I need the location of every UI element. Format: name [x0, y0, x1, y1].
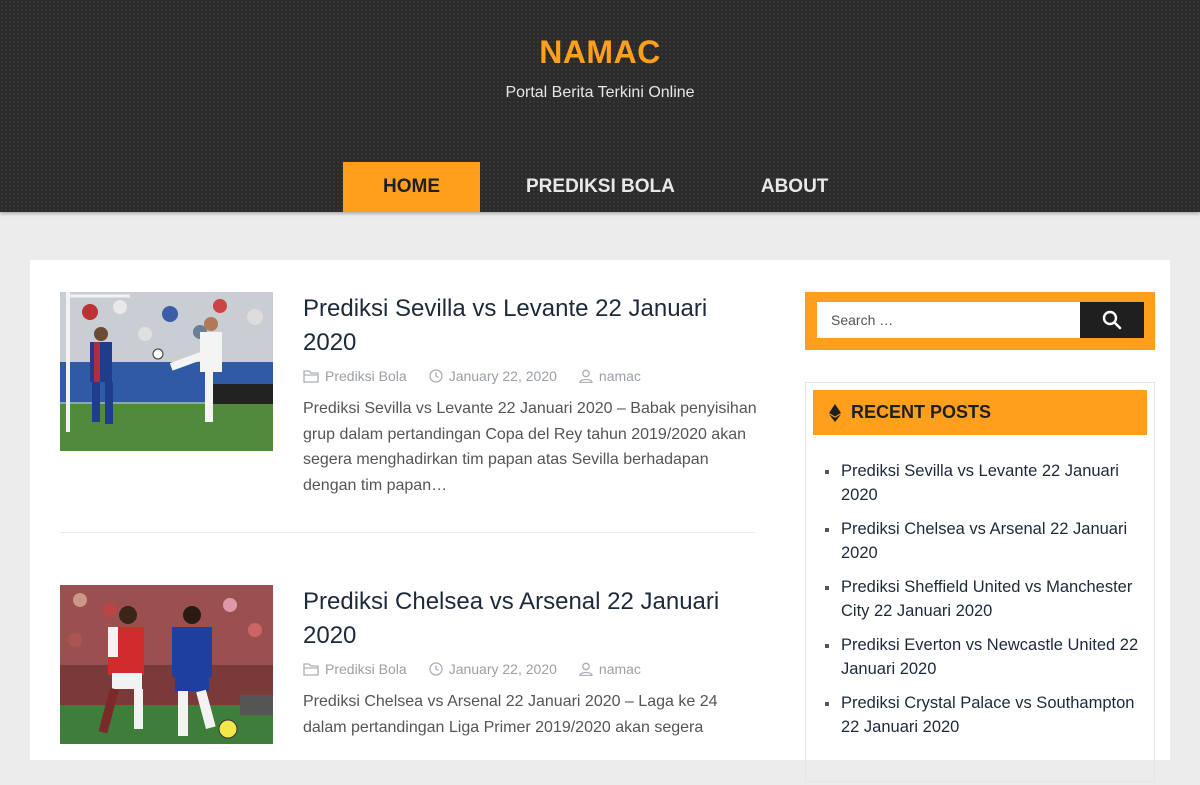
post-thumbnail[interactable] [60, 585, 273, 744]
content-area: Prediksi Sevilla vs Levante 22 Januari 2… [30, 260, 1170, 782]
recent-post-link[interactable]: Prediksi Sheffield United vs Manchester … [824, 575, 1144, 623]
widget-header: RECENT POSTS [813, 390, 1147, 435]
post-excerpt: Prediksi Chelsea vs Arsenal 22 Januari 2… [303, 693, 718, 736]
user-icon [579, 662, 593, 676]
post-category[interactable]: Prediksi Bola [303, 661, 407, 677]
main-navigation: HOME PREDIKSI BOLA ABOUT [343, 162, 868, 212]
nav-item-prediksi-bola[interactable]: PREDIKSI BOLA [480, 162, 721, 212]
post-thumbnail[interactable] [60, 292, 273, 451]
widget-title: RECENT POSTS [851, 402, 992, 422]
post-date[interactable]: January 22, 2020 [429, 661, 557, 677]
recent-post-link[interactable]: Prediksi Everton vs Newcastle United 22 … [824, 633, 1144, 681]
post-category-label[interactable]: Prediksi Bola [325, 661, 407, 677]
user-icon [579, 369, 593, 383]
post-meta: Prediksi Bola January 22, 2020 namac [303, 368, 663, 384]
recent-post-link[interactable]: Prediksi Sevilla vs Levante 22 Januari 2… [824, 459, 1144, 507]
post-author[interactable]: namac [579, 368, 641, 384]
nav-item-home[interactable]: HOME [343, 162, 480, 212]
recent-posts-widget: RECENT POSTS Prediksi Sevilla vs Levante… [805, 382, 1155, 782]
clock-icon [429, 369, 443, 383]
site-header: NAMAC Portal Berita Terkini Online HOME … [0, 0, 1200, 212]
post-author-label[interactable]: namac [599, 661, 641, 677]
recent-posts-list: Prediksi Sevilla vs Levante 22 Januari 2… [824, 459, 1144, 749]
site-description: Portal Berita Terkini Online [505, 84, 695, 101]
recent-post-link[interactable]: Prediksi Crystal Palace vs Southampton 2… [824, 691, 1144, 739]
post-title[interactable]: Prediksi Chelsea vs Arsenal 22 Januari 2… [303, 585, 753, 653]
post-divider [60, 532, 755, 533]
recent-post-link[interactable]: Prediksi Chelsea vs Arsenal 22 Januari 2… [824, 517, 1144, 565]
post-meta: Prediksi Bola January 22, 2020 namac [303, 661, 663, 677]
post-date-label[interactable]: January 22, 2020 [449, 368, 557, 384]
search-icon [1102, 310, 1122, 330]
search-widget [805, 292, 1155, 350]
clock-icon [429, 662, 443, 676]
post-item: Prediksi Chelsea vs Arsenal 22 Januari 2… [60, 585, 755, 785]
post-item: Prediksi Sevilla vs Levante 22 Januari 2… [60, 292, 757, 512]
folder-icon [303, 370, 319, 383]
post-author[interactable]: namac [579, 661, 641, 677]
post-category[interactable]: Prediksi Bola [303, 368, 407, 384]
post-date-label[interactable]: January 22, 2020 [449, 661, 557, 677]
post-author-label[interactable]: namac [599, 368, 641, 384]
search-input[interactable] [817, 302, 1080, 338]
post-category-label[interactable]: Prediksi Bola [325, 368, 407, 384]
ethereum-diamond-icon [829, 403, 841, 422]
post-date[interactable]: January 22, 2020 [429, 368, 557, 384]
search-button[interactable] [1080, 302, 1144, 338]
nav-item-about[interactable]: ABOUT [721, 162, 869, 212]
post-title[interactable]: Prediksi Sevilla vs Levante 22 Januari 2… [303, 292, 753, 360]
folder-icon [303, 663, 319, 676]
post-excerpt: Prediksi Sevilla vs Levante 22 Januari 2… [303, 400, 757, 494]
site-title[interactable]: NAMAC [0, 34, 1200, 71]
